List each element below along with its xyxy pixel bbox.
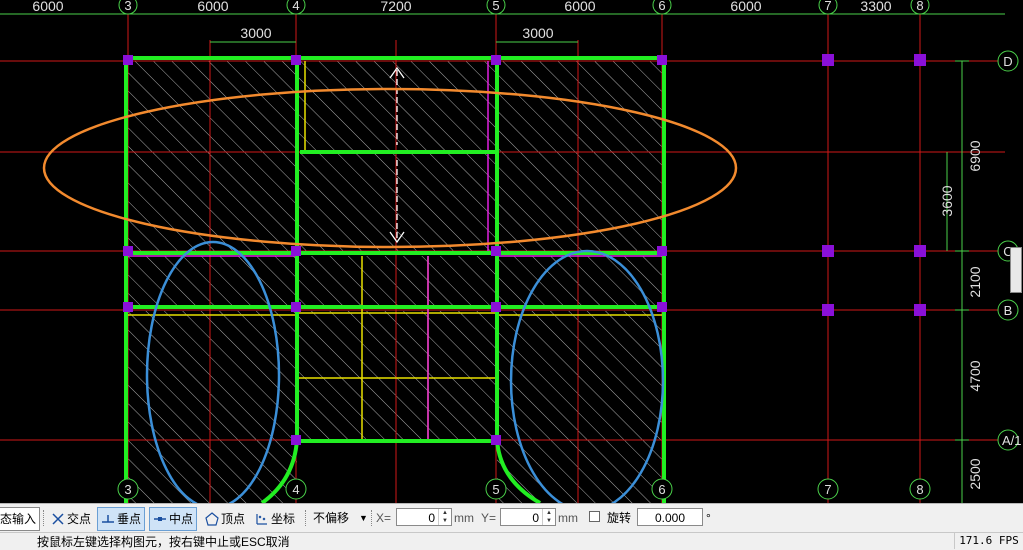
y-label: Y=	[481, 511, 497, 525]
snap-perpendicular-button[interactable]: 垂点	[97, 507, 146, 531]
col-label-6: 6	[658, 0, 665, 13]
status-bar: 按鼠标左键选择构图元，按右键中止或ESC取消 171.6 FPS	[0, 532, 1023, 550]
dynamic-input-button[interactable]: 态输入	[0, 507, 41, 531]
x-unit: mm	[454, 511, 474, 525]
col-label-4: 4	[292, 0, 299, 13]
coordinate-icon	[256, 514, 267, 525]
fps-counter: 171.6 FPS	[954, 533, 1023, 549]
row-label-A1: A/1	[1002, 433, 1022, 448]
x-label: X=	[376, 511, 392, 525]
rotate-checkbox[interactable]	[589, 511, 600, 522]
svg-text:3: 3	[124, 482, 131, 497]
status-message: 按鼠标左键选择构图元，按右键中止或ESC取消	[37, 535, 290, 549]
svg-text:6: 6	[658, 482, 665, 497]
x-spinner[interactable]: ▲ ▼	[438, 509, 451, 525]
dim-right-2100: 2100	[967, 266, 983, 297]
dim-right-2500: 2500	[967, 458, 983, 489]
vertex-icon	[205, 512, 219, 526]
dim-sub-2: 3000	[522, 25, 553, 41]
dim-top-4: 6000	[564, 0, 595, 14]
dim-sub-1: 3000	[240, 25, 271, 41]
svg-text:5: 5	[492, 482, 499, 497]
col-label-8: 8	[916, 0, 923, 13]
row-label-B: B	[1004, 303, 1013, 318]
y-unit: mm	[558, 511, 578, 525]
col-label-3: 3	[124, 0, 131, 13]
degree-symbol: °	[706, 511, 711, 525]
dim-top-1: 6000	[32, 0, 63, 14]
separator	[305, 510, 306, 526]
cad-drawing-canvas[interactable]: 6000 6000 7200 6000 6000 3300 3000 3000 …	[0, 0, 1023, 503]
dropdown-arrow-icon: ▼	[359, 513, 368, 523]
perpendicular-icon	[102, 515, 114, 523]
dim-top-2: 6000	[197, 0, 228, 14]
svg-text:8: 8	[916, 482, 923, 497]
column-bubbles-top: 3 4 5 6 7 8	[118, 0, 930, 15]
midpoint-icon	[154, 517, 166, 521]
snap-vertex-button[interactable]: 顶点	[201, 507, 249, 531]
dim-right-6900: 6900	[967, 140, 983, 171]
y-spinner[interactable]: ▲ ▼	[542, 509, 555, 525]
intersection-icon	[52, 513, 64, 525]
right-dimensions: 6900 3600 2100 4700 2500	[939, 60, 983, 503]
offset-mode-dropdown[interactable]: 不偏移 ▼	[313, 507, 368, 529]
dim-right-4700: 4700	[967, 360, 983, 391]
snap-coordinate-button[interactable]: 坐标	[251, 507, 299, 531]
dim-top-5: 6000	[730, 0, 761, 14]
dim-top-3: 7200	[380, 0, 411, 14]
x-coordinate-input[interactable]: 0 ▲ ▼	[396, 508, 452, 526]
snap-intersection-button[interactable]: 交点	[47, 507, 95, 531]
canvas-scroll-handle[interactable]	[1010, 247, 1022, 293]
snap-toolbar: 态输入 交点 垂点 中点 顶点 坐标 不偏移 ▼ X= 0 ▲ ▼ mm Y= 0…	[0, 503, 1023, 532]
svg-text:4: 4	[292, 482, 299, 497]
rotate-angle-input[interactable]: 0.000	[637, 508, 703, 526]
col-label-5: 5	[492, 0, 499, 13]
col-label-7: 7	[824, 0, 831, 13]
svg-text:7: 7	[824, 482, 831, 497]
y-coordinate-input[interactable]: 0 ▲ ▼	[500, 508, 556, 526]
rotate-label: 旋转	[607, 511, 632, 525]
dim-right-3600: 3600	[939, 185, 955, 216]
dim-top-6: 3300	[860, 0, 891, 14]
snap-midpoint-button[interactable]: 中点	[149, 507, 198, 531]
row-label-D: D	[1003, 54, 1012, 69]
separator	[43, 510, 44, 526]
separator	[371, 510, 372, 526]
